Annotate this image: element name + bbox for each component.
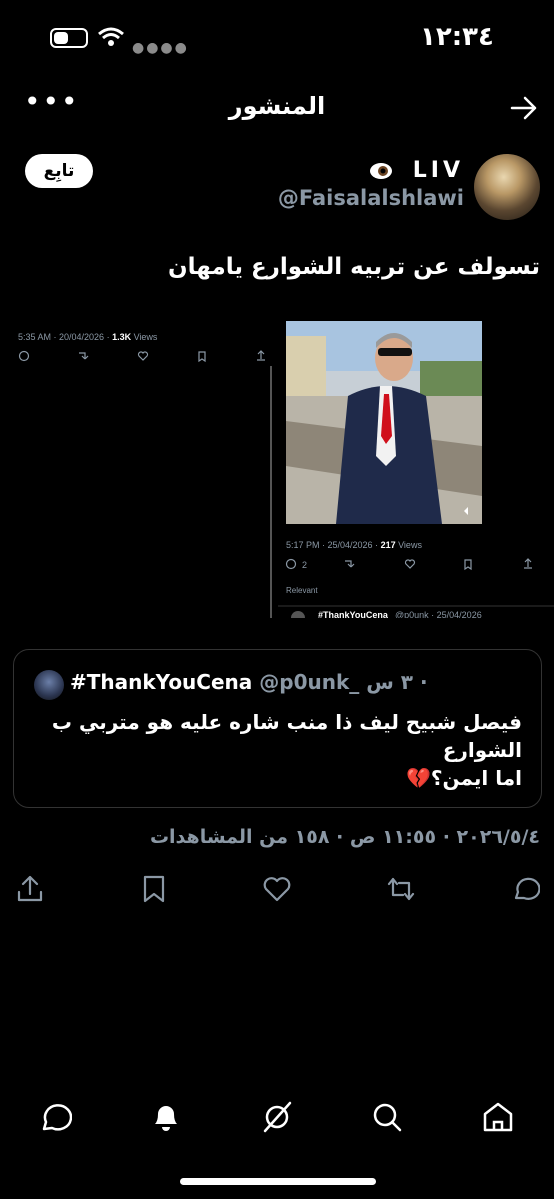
page-title: المنشور: [228, 92, 326, 120]
status-time: ١٢:٣٤: [420, 22, 494, 52]
grok-icon[interactable]: [260, 1100, 294, 1134]
relevant-label: Relevant: [286, 586, 318, 595]
home-tab-icon[interactable]: [481, 1100, 515, 1134]
quoted-author-avatar[interactable]: [34, 670, 64, 700]
thread-line: [270, 366, 272, 618]
tweet-meta-line: ٢٠٢٦/٥/٤ · ١١:٥٥ ص · ١٥٨ من المشاهدات: [149, 826, 540, 848]
messages-tab-icon[interactable]: [38, 1100, 72, 1134]
right-post-actions: [285, 558, 532, 571]
back-arrow-icon[interactable]: [510, 96, 538, 120]
search-tab-icon[interactable]: [370, 1100, 404, 1134]
left-post-actions: [18, 350, 265, 363]
left-post-timestamp: 5:35 AM · 20/04/2026 · 1.3K Views: [18, 332, 158, 342]
follow-button[interactable]: تابِع: [25, 154, 93, 188]
signal-dots-icon: ●●●●: [132, 40, 189, 56]
tweet-text: تسولف عن تربيه الشوارع يامهان: [168, 254, 540, 280]
author-display-name[interactable]: LIV: [370, 158, 464, 183]
quoted-author-handle[interactable]: @p0unk_: [259, 670, 359, 694]
author-handle[interactable]: @Faisalalshlawi: [200, 186, 464, 210]
wifi-icon: [98, 27, 124, 46]
quoted-tweet-header: #ThankYouCena @p0unk_ ٣ س ·: [70, 670, 428, 694]
quoted-tweet-time: ٣ س ·: [366, 670, 428, 694]
bookmark-icon[interactable]: [139, 874, 169, 904]
battery-icon: [50, 28, 88, 48]
share-icon[interactable]: [15, 874, 45, 904]
right-post-reply-count: 2: [302, 560, 307, 570]
next-post-handle: @p0unk · 25/04/2026: [395, 610, 482, 618]
next-post-author: #ThankYouCena: [318, 610, 389, 618]
quoted-tweet-card[interactable]: #ThankYouCena @p0unk_ ٣ س · فيصل شبيح لي…: [13, 649, 542, 808]
right-post-timestamp: 5:17 PM · 25/04/2026 · 217 Views: [286, 540, 422, 550]
tweet-media-image[interactable]: 5:35 AM · 20/04/2026 · 1.3K Views 5:17 P…: [0, 316, 554, 618]
notifications-bell-icon[interactable]: [149, 1100, 183, 1134]
like-heart-icon[interactable]: [262, 874, 292, 904]
retweet-icon[interactable]: [386, 874, 416, 904]
reply-icon[interactable]: [510, 874, 540, 904]
author-avatar[interactable]: [474, 154, 540, 220]
quoted-tweet-text: فيصل شبيح ليف ذا منب شاره عليه هو متربي …: [51, 710, 522, 790]
eye-emoji-icon: [370, 163, 392, 179]
quoted-author-name[interactable]: #ThankYouCena: [70, 670, 252, 694]
video-thumbnail: [286, 321, 482, 524]
home-indicator[interactable]: [180, 1178, 376, 1185]
